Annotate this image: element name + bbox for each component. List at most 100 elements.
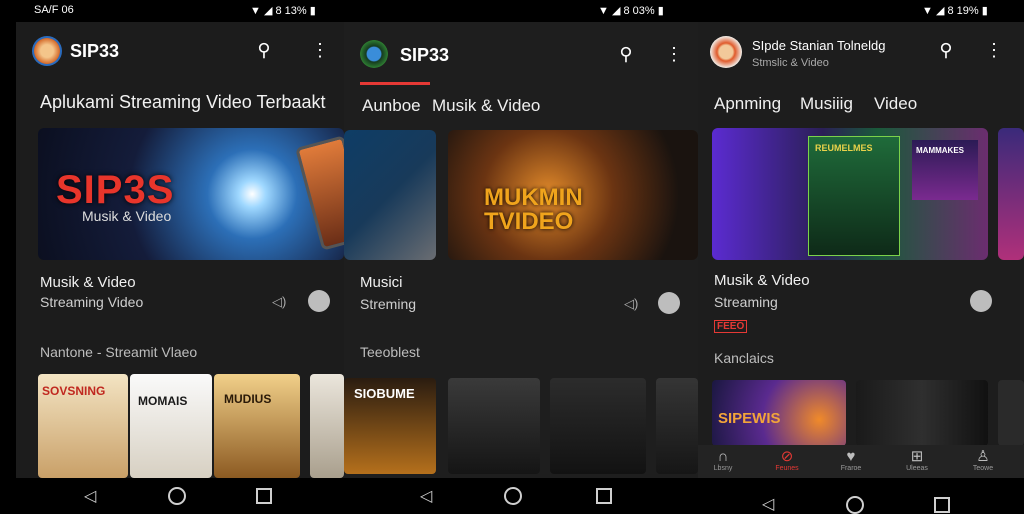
back-icon[interactable]: ◁ — [762, 494, 774, 514]
battery-text: 8 19% — [947, 5, 979, 17]
nav-label: Uleeas — [906, 465, 928, 472]
system-navigation-bar: ◁ ◁ ◁ — [0, 478, 1024, 514]
wifi-icon: ▼ — [598, 5, 609, 17]
poster-title: MAMMAKES — [916, 146, 964, 155]
download-icon[interactable] — [658, 292, 680, 314]
nav-label: Fraroe — [840, 465, 862, 472]
movie-card[interactable] — [998, 380, 1024, 446]
hero-title: MUKMIN TVIDEO — [484, 184, 583, 235]
battery-text: 8 03% — [623, 5, 655, 17]
section-title: Kanclaics — [714, 350, 774, 366]
phone-image — [295, 135, 344, 251]
page-headline: Aplukami Streaming Video Terbaakt — [40, 92, 326, 112]
video-title: Musik & Video — [40, 274, 136, 291]
tab-home[interactable]: Aunboe — [362, 96, 421, 116]
wifi-icon: ▼ — [250, 5, 261, 17]
video-subtitle: Streming — [360, 296, 417, 312]
app-logo — [360, 40, 388, 68]
more-vert-icon[interactable]: ⋮ — [308, 38, 332, 62]
avatar[interactable] — [32, 36, 62, 66]
nav-label: Feunes — [775, 465, 799, 472]
download-icon[interactable] — [308, 290, 330, 312]
tab-music[interactable]: Musiiig — [800, 94, 853, 114]
poster-image: REUMELMES — [808, 136, 900, 256]
home-icon[interactable] — [846, 496, 864, 514]
screen-panel-1: SIP33 ⚲ ⋮ Aplukami Streaming Video Terba… — [16, 22, 344, 478]
movie-card[interactable] — [856, 380, 988, 446]
movie-card[interactable] — [656, 378, 698, 474]
person-icon: ♙ — [976, 448, 990, 465]
explore-icon: ⊘ — [780, 448, 794, 465]
status-badge: FEEO — [714, 320, 748, 333]
card-title: SOVSNING — [42, 384, 106, 398]
battery-icon: ▮ — [657, 5, 664, 17]
status-icons-mid: ▼ ◢ 8 03% ▮ — [598, 4, 664, 17]
movie-card[interactable]: SOVSNING — [38, 374, 128, 478]
screen-panel-3: SIpde Stanian Tolneldg Stmslic & Video ⚲… — [698, 22, 1024, 478]
tab-home[interactable]: Apnming — [714, 94, 781, 114]
card-title: MUDIUS — [224, 392, 272, 406]
home-icon[interactable] — [504, 487, 522, 505]
hero-card-right[interactable] — [998, 128, 1024, 260]
back-icon[interactable]: ◁ — [84, 486, 96, 506]
audio-icon[interactable]: ◁) — [272, 294, 286, 310]
movie-card[interactable]: MOMAIS — [130, 374, 212, 478]
movie-card[interactable]: SIOBUME — [344, 378, 436, 474]
search-icon[interactable]: ⚲ — [614, 42, 638, 66]
more-vert-icon[interactable]: ⋮ — [982, 38, 1006, 62]
video-title: Musici — [360, 274, 403, 291]
movie-card[interactable]: SIPEWIS — [712, 380, 846, 446]
nav-item-library[interactable]: ∩ Lbsny — [698, 448, 748, 473]
screen-panel-2: SIP33 ⚲ ⋮ Aunboe Musik & Video MUKMIN TV… — [344, 22, 698, 478]
nav-item-videos[interactable]: ⊞ Uleeas — [892, 449, 942, 473]
poster-title: REUMELMES — [815, 143, 873, 153]
hero-banner[interactable]: REUMELMES MAMMAKES — [712, 128, 988, 260]
movie-card[interactable] — [550, 378, 646, 474]
status-icons-right: ▼ ◢ 8 19% ▮ — [922, 4, 988, 17]
back-icon[interactable]: ◁ — [420, 486, 432, 506]
movie-card[interactable] — [310, 374, 344, 478]
nav-item-features[interactable]: ⊘ Feunes — [762, 448, 812, 473]
recents-icon[interactable] — [934, 497, 950, 513]
app-title: SIP33 — [70, 41, 120, 61]
card-title: SIOBUME — [354, 386, 415, 401]
section-title: Nantone - Streamit Vlaeo — [40, 344, 198, 360]
hero-title: SIP3S — [56, 168, 175, 212]
download-icon[interactable] — [970, 290, 992, 312]
recents-icon[interactable] — [596, 488, 612, 504]
search-icon[interactable]: ⚲ — [252, 38, 276, 62]
nav-label: Lbsny — [713, 465, 733, 472]
more-vert-icon[interactable]: ⋮ — [662, 42, 686, 66]
battery-icon: ▮ — [981, 5, 988, 17]
card-title: SIPEWIS — [718, 410, 781, 427]
hero-banner[interactable]: MUKMIN TVIDEO — [448, 130, 698, 260]
app-subtitle: Stmslic & Video — [752, 57, 829, 69]
hero-banner[interactable]: SIP3S Musik & Video — [38, 128, 344, 260]
movie-card[interactable] — [448, 378, 540, 474]
tab-music-video[interactable]: Musik & Video — [432, 96, 540, 116]
bottom-navigation: ∩ Lbsny ⊘ Feunes ♥ Fraroe ⊞ Uleeas ♙ Teowe — [698, 445, 1024, 480]
video-title: Musik & Video — [714, 272, 810, 289]
app-logo — [710, 36, 742, 68]
tab-video[interactable]: Video — [874, 94, 917, 114]
signal-icon: ◢ — [935, 5, 945, 17]
home-icon[interactable] — [168, 487, 186, 505]
nav-item-profile[interactable]: ♙ Teowe — [958, 448, 1008, 473]
video-subtitle: Streaming — [714, 294, 778, 310]
audio-icon[interactable]: ◁) — [624, 296, 638, 312]
headphones-icon: ∩ — [717, 448, 729, 465]
app-title: SIpde Stanian Tolneldg — [752, 38, 886, 53]
poster-image-2: MAMMAKES — [912, 140, 978, 200]
recents-icon[interactable] — [256, 488, 272, 504]
movie-card[interactable]: MUDIUS — [214, 374, 300, 478]
tab-indicator — [360, 82, 430, 85]
battery-text: 8 13% — [275, 5, 307, 17]
section-title: Teeoblest — [360, 344, 420, 360]
nav-label: Teowe — [972, 465, 994, 472]
search-icon[interactable]: ⚲ — [934, 38, 958, 62]
signal-icon: ◢ — [611, 5, 621, 17]
card-title: MOMAIS — [138, 394, 188, 408]
nav-item-favorite[interactable]: ♥ Fraroe — [826, 449, 876, 473]
hero-card-left[interactable] — [344, 130, 436, 260]
wifi-icon: ▼ — [922, 5, 933, 17]
